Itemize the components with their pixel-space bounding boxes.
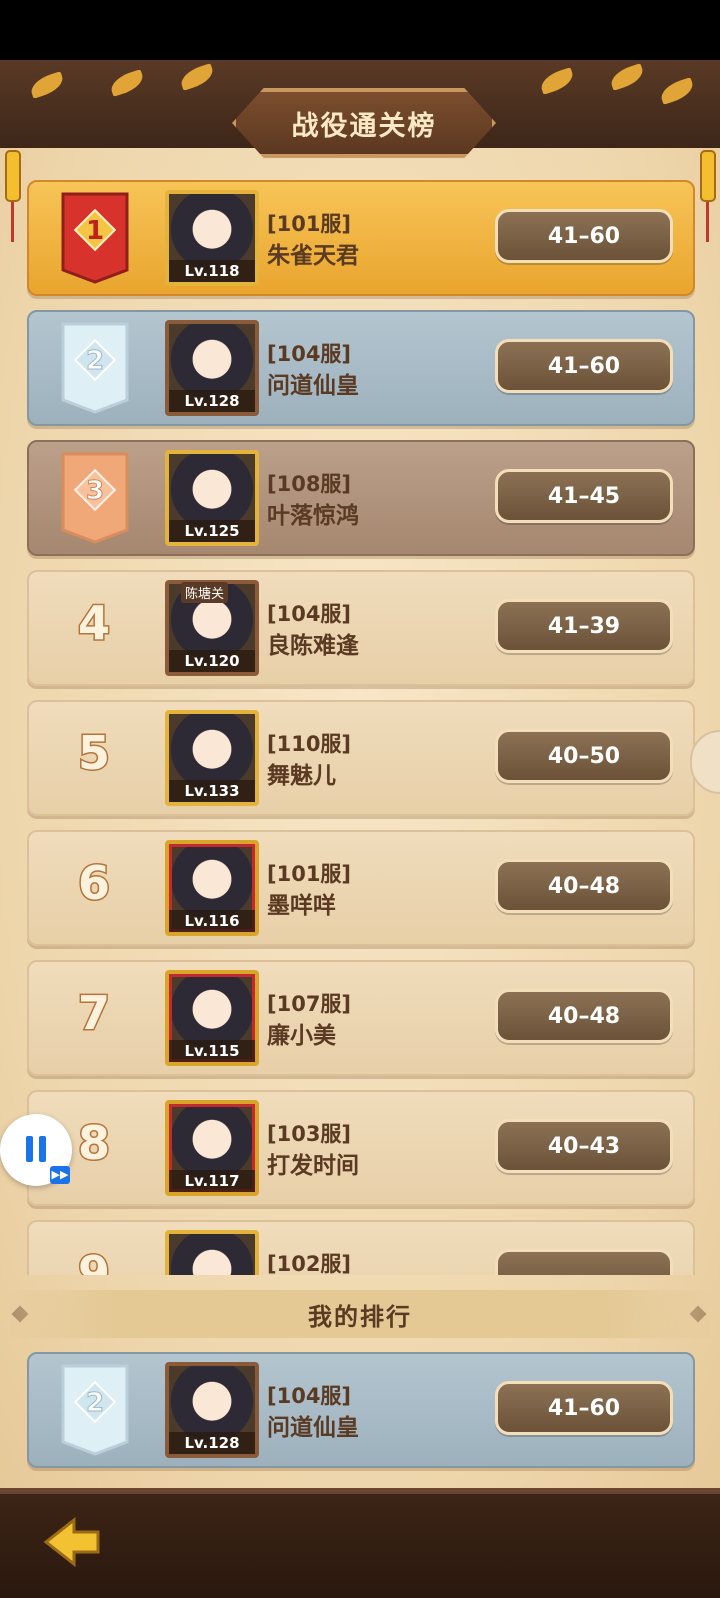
avatar[interactable]: Lv.118	[165, 190, 259, 286]
avatar-level: Lv.128	[169, 1432, 255, 1454]
score-badge: 40–50	[495, 729, 673, 783]
player-name: 打发时间	[267, 1153, 359, 1179]
player-server: [107服]	[267, 992, 352, 1016]
pause-icon	[26, 1136, 33, 1162]
rank-number: 5	[76, 725, 111, 782]
status-bar	[0, 0, 720, 60]
avatar-level: Lv.118	[169, 260, 255, 282]
avatar-level: Lv.115	[169, 1040, 255, 1062]
player-name: 良陈难逢	[267, 633, 359, 659]
fast-forward-icon[interactable]: ▶▶	[50, 1166, 70, 1184]
player-server: [103服]	[267, 1122, 352, 1146]
avatar[interactable]: Lv.128	[165, 1362, 259, 1458]
rank-number: 3	[86, 476, 104, 506]
avatar-level: Lv.128	[169, 390, 255, 412]
my-rank-header: 我的排行	[10, 1290, 710, 1338]
rank-number: 9	[76, 1245, 111, 1276]
ranking-row-2[interactable]: 2 Lv.128 [104服] 问道仙皇 41–60	[27, 310, 695, 426]
avatar-level: Lv.133	[169, 780, 255, 802]
ranking-row-4[interactable]: 4 陈塘关 Lv.120 [104服] 良陈难逢 41–39	[27, 570, 695, 686]
avatar[interactable]: Lv.116	[165, 840, 259, 936]
page-title: 战役通关榜	[291, 110, 437, 142]
player-server: [101服]	[267, 862, 352, 886]
avatar[interactable]	[165, 1230, 259, 1275]
rank-number: 2	[86, 1388, 104, 1418]
pause-icon	[39, 1136, 46, 1162]
avatar-level: Lv.120	[169, 650, 255, 672]
player-name: 问道仙皇	[267, 373, 359, 399]
ranking-row-5[interactable]: 5 Lv.133 [110服] 舞魅儿 40–50	[27, 700, 695, 816]
player-server: [102服]	[267, 1252, 352, 1275]
leaf-decoration	[608, 63, 646, 91]
avatar[interactable]: Lv.117	[165, 1100, 259, 1196]
rank-2-banner-icon: 2	[59, 1362, 131, 1458]
ranking-row-6[interactable]: 6 Lv.116 [101服] 墨咩咩 40–48	[27, 830, 695, 946]
rank-number: 7	[76, 985, 111, 1042]
ranking-row-1[interactable]: 1 Lv.118 [101服] 朱雀天君 41–60	[27, 180, 695, 296]
player-name: 墨咩咩	[267, 893, 336, 919]
avatar[interactable]: Lv.128	[165, 320, 259, 416]
ranking-row-9[interactable]: 9 [102服]	[27, 1220, 695, 1275]
avatar[interactable]: 陈塘关 Lv.120	[165, 580, 259, 676]
score-badge: 41–60	[495, 339, 673, 393]
location-tag: 陈塘关	[181, 582, 229, 603]
ranking-row-8[interactable]: 8 Lv.117 [103服] 打发时间 40–43	[27, 1090, 695, 1206]
player-name: 叶落惊鸿	[267, 503, 359, 529]
score-badge: 40–43	[495, 1119, 673, 1173]
avatar[interactable]: Lv.133	[165, 710, 259, 806]
ranking-list[interactable]: 1 Lv.118 [101服] 朱雀天君 41–60 2 Lv.128 [104…	[0, 170, 720, 1275]
score-badge: 41–60	[495, 209, 673, 263]
leaf-decoration	[108, 69, 146, 97]
player-server: [104服]	[267, 602, 352, 626]
pause-button[interactable]: ▶▶	[0, 1114, 72, 1186]
player-server: [101服]	[267, 212, 352, 236]
rank-number: 4	[76, 595, 111, 652]
rank-number: 6	[76, 855, 111, 912]
avatar-level: Lv.116	[169, 910, 255, 932]
rank-number: 2	[86, 346, 104, 376]
avatar[interactable]: Lv.115	[165, 970, 259, 1066]
player-server: [104服]	[267, 1384, 352, 1408]
player-name: 廉小美	[267, 1023, 336, 1049]
ranking-row-7[interactable]: 7 Lv.115 [107服] 廉小美 40–48	[27, 960, 695, 1076]
score-badge: 41–60	[495, 1381, 673, 1435]
player-name: 朱雀天君	[267, 243, 359, 269]
leaf-decoration	[178, 63, 216, 91]
player-server: [110服]	[267, 732, 352, 756]
player-name: 问道仙皇	[267, 1415, 359, 1441]
player-name: 舞魅儿	[267, 763, 336, 789]
player-server: [108服]	[267, 472, 352, 496]
rank-number: 1	[86, 216, 104, 246]
avatar-level: Lv.117	[169, 1170, 255, 1192]
footer-bar	[0, 1488, 720, 1598]
rank-2-banner-icon: 2	[59, 320, 131, 416]
my-rank-label: 我的排行	[308, 1302, 412, 1331]
score-badge: 41–45	[495, 469, 673, 523]
leaf-decoration	[538, 67, 576, 95]
player-server: [104服]	[267, 342, 352, 366]
score-badge: 40–48	[495, 859, 673, 913]
rank-1-banner-icon: 1	[59, 190, 131, 286]
ranking-row-3[interactable]: 3 Lv.125 [108服] 叶落惊鸿 41–45	[27, 440, 695, 556]
leaf-decoration	[658, 77, 696, 105]
score-badge: 41–39	[495, 599, 673, 653]
back-arrow-icon[interactable]	[40, 1514, 104, 1570]
title-plate: 战役通关榜	[232, 88, 496, 158]
my-ranking-row[interactable]: 2 Lv.128 [104服] 问道仙皇 41–60	[27, 1352, 695, 1468]
avatar-level: Lv.125	[169, 520, 255, 542]
avatar[interactable]: Lv.125	[165, 450, 259, 546]
leaf-decoration	[28, 71, 66, 99]
score-badge: 40–48	[495, 989, 673, 1043]
score-badge	[495, 1249, 673, 1275]
rank-3-banner-icon: 3	[59, 450, 131, 546]
